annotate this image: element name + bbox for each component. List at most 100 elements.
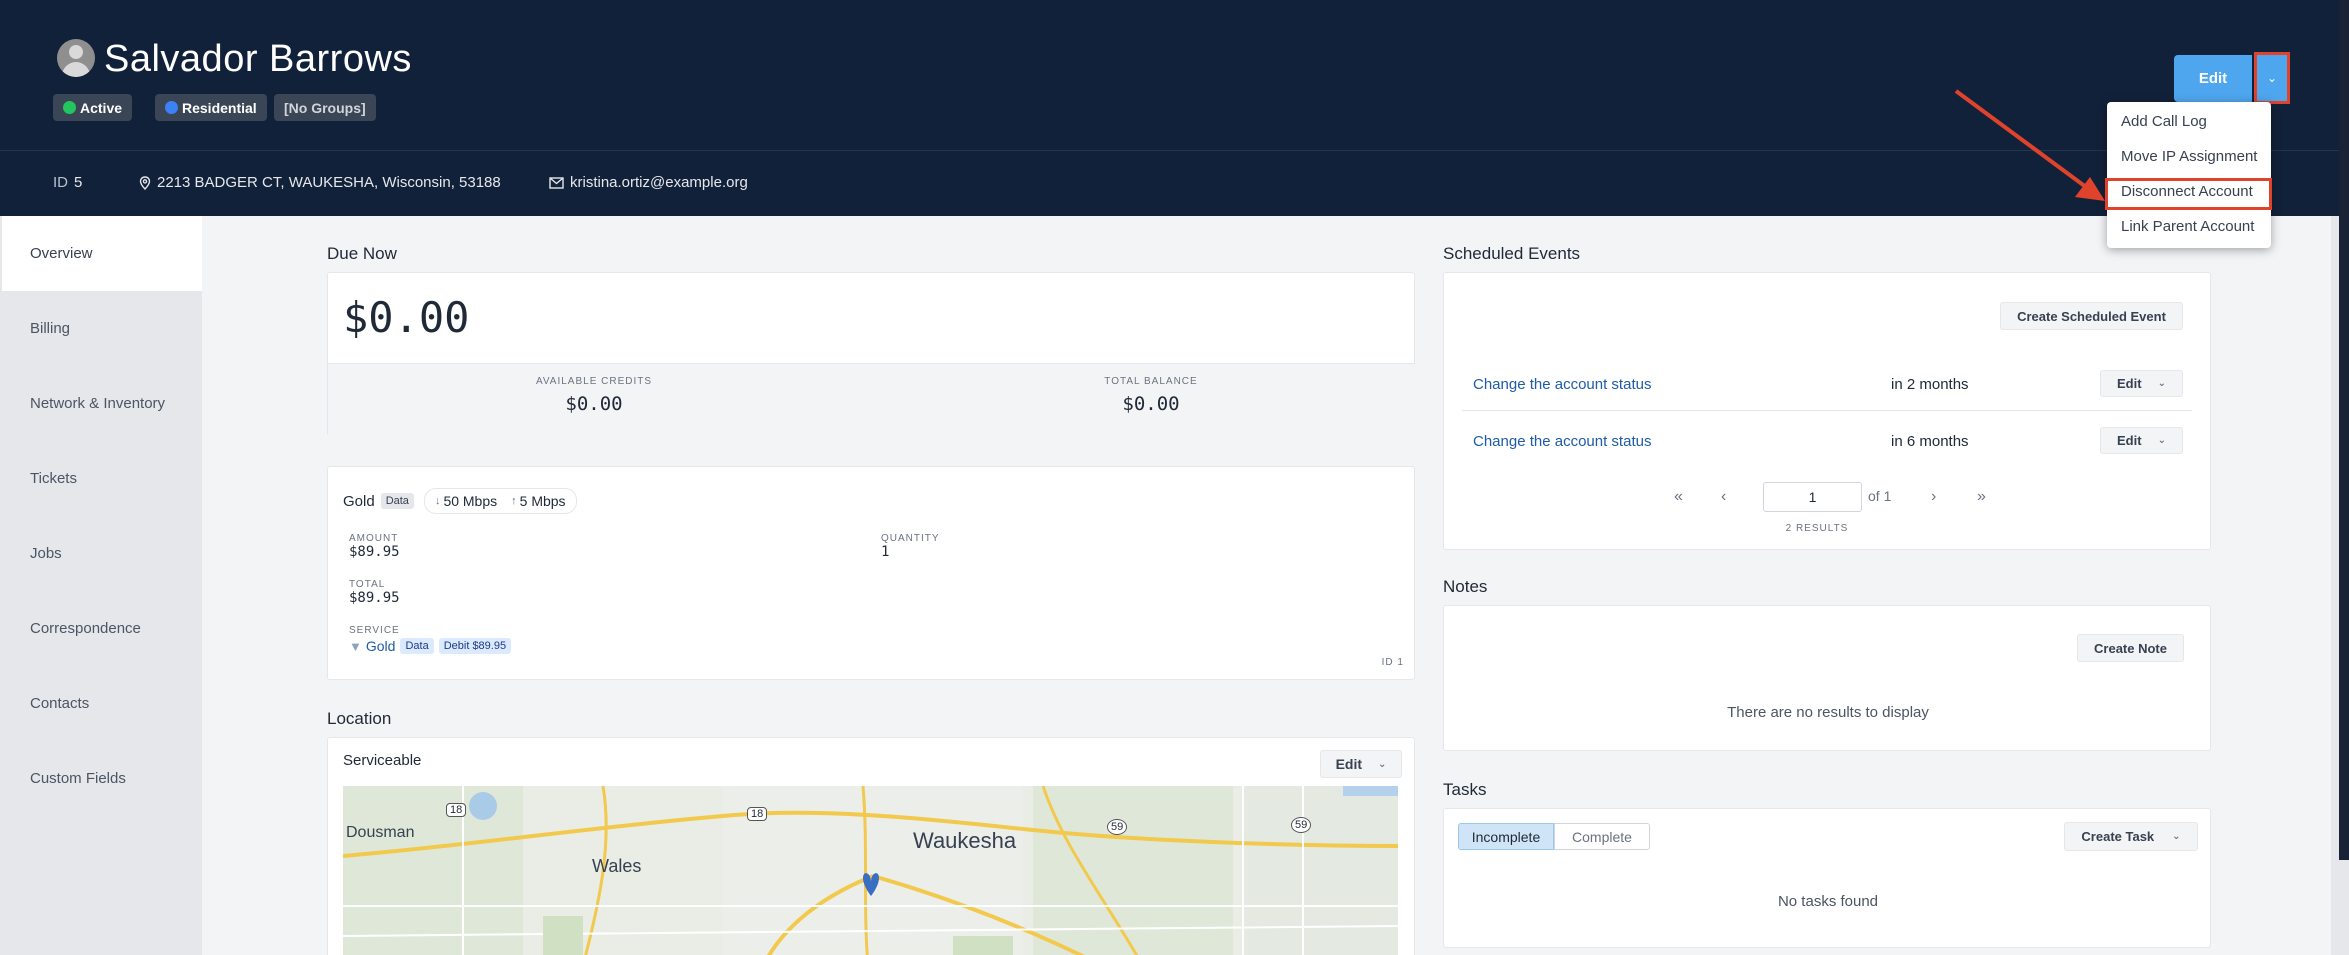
annotation-arrow-icon [1954,89,2105,201]
tasks-empty-message: No tasks found [1777,893,1879,910]
due-now-card: $0.00 AVAILABLE CREDITS $0.00 TOTAL BALA… [327,272,1415,437]
chevron-down-icon: ⌄ [2157,435,2166,446]
actions-dropdown-menu: Add Call Log Move IP Assignment Disconne… [2107,102,2271,248]
tasks-title: Tasks [1443,780,1487,799]
chevron-down-icon: ⌄ [2266,71,2278,85]
location-card: Serviceable Edit ⌄ Dousman Wales Waukesh… [327,737,1415,955]
create-note-button[interactable]: Create Note [2077,634,2184,662]
address-text: 2213 BADGER CT, WAUKESHA, Wisconsin, 531… [157,174,501,191]
tag-icon: ▼ [349,638,362,654]
service-label: SERVICE [349,625,400,636]
due-now-amount: $0.00 [343,293,470,342]
sidebar-item-custom-fields[interactable]: Custom Fields [2,741,202,816]
quantity-label: QUANTITY [881,533,940,544]
row-divider [1462,410,2192,411]
map-shield: 18 [446,803,467,817]
amount-value: $89.95 [349,544,400,560]
scheduled-event-edit-button[interactable]: Edit ⌄ [2100,370,2183,397]
scheduled-events-title: Scheduled Events [1443,244,1581,263]
tasks-card: Incomplete Complete Create Task ⌄ No tas… [1443,808,2211,948]
service-tag: Data [400,638,434,654]
total-label: TOTAL [349,579,386,590]
service-card: Gold Data ↓ 50 Mbps ↑ 5 Mbps AMOUNT $89.… [327,466,1415,680]
total-balance-value: $0.00 [1122,393,1180,415]
plan-name: Gold [343,492,375,510]
due-now-title: Due Now [327,244,397,263]
credits-row: AVAILABLE CREDITS $0.00 TOTAL BALANCE $0… [328,363,1415,437]
total-balance: TOTAL BALANCE $0.00 [1001,376,1301,415]
account-address: 2213 BADGER CT, WAUKESHA, Wisconsin, 531… [139,174,501,191]
total-field: TOTAL $89.95 [349,579,400,606]
service-value-row: ▼ Gold Data Debit $89.95 [349,638,512,654]
badge-label: Active [80,99,123,116]
next-page-button[interactable]: › [1931,488,1936,506]
create-task-button[interactable]: Create Task ⌄ [2064,822,2198,851]
notes-title: Notes [1443,577,1488,596]
status-badge-active: Active [53,94,133,121]
scheduled-event-when: in 2 months [1891,376,1969,393]
sidebar-item-network-inventory[interactable]: Network & Inventory [2,366,202,441]
sidebar-item-correspondence[interactable]: Correspondence [2,591,202,666]
scheduled-events-card: Create Scheduled Event Change the accoun… [1443,272,2211,550]
id-label: ID [53,174,68,191]
notes-empty-message: There are no results to display [1727,704,1929,721]
create-scheduled-event-button[interactable]: Create Scheduled Event [2000,302,2183,330]
status-badge-residential: Residential [155,94,267,121]
menu-item-move-ip-assignment[interactable]: Move IP Assignment [2121,148,2257,165]
download-arrow-icon: ↓ [434,495,441,507]
total-value: $89.95 [349,590,400,606]
actions-dropdown-toggle[interactable]: ⌄ [2254,52,2290,104]
chevron-down-icon: ⌄ [1378,758,1387,770]
map-label: Waukesha [913,828,1017,853]
scheduled-event-when: in 6 months [1891,433,1969,450]
service-id: ID 1 [1381,657,1404,668]
groups-badge: [No Groups] [274,94,376,121]
sidebar-item-billing[interactable]: Billing [2,291,202,366]
page-count: of 1 [1868,488,1892,504]
map-tiles [343,786,1398,955]
chevron-down-icon: ⌄ [2157,378,2166,389]
badge-label: Residential [182,99,257,116]
menu-item-add-call-log[interactable]: Add Call Log [2121,113,2207,130]
amount-field: AMOUNT $89.95 [349,533,400,560]
tab-incomplete[interactable]: Incomplete [1458,823,1554,850]
results-count: 2 RESULTS [1785,523,1849,534]
upload-speed: 5 Mbps [519,493,566,509]
service-header: Gold Data ↓ 50 Mbps ↑ 5 Mbps [343,488,577,514]
debit-tag: Debit $89.95 [438,638,512,654]
account-id: ID 5 [53,174,82,191]
sidebar-item-contacts[interactable]: Contacts [2,666,202,741]
main-content: Due Now $0.00 AVAILABLE CREDITS $0.00 TO… [202,216,2331,955]
available-credits-label: AVAILABLE CREDITS [535,376,653,387]
sidebar-item-jobs[interactable]: Jobs [2,516,202,591]
menu-item-link-parent-account[interactable]: Link Parent Account [2121,218,2254,235]
account-name: Salvador Barrows [104,38,412,80]
page-input[interactable]: 1 [1763,482,1862,512]
highlight-box [2105,178,2272,210]
id-value: 5 [74,174,83,191]
sidebar-item-overview[interactable]: Overview [2,216,202,291]
prev-page-button[interactable]: ‹ [1721,488,1726,506]
service-link[interactable]: Gold [366,638,396,654]
first-page-button[interactable]: « [1674,488,1683,506]
available-credits: AVAILABLE CREDITS $0.00 [444,376,744,415]
account-email[interactable]: kristina.ortiz@example.org [549,174,748,191]
last-page-button[interactable]: » [1977,488,1986,506]
scheduled-event-edit-button[interactable]: Edit ⌄ [2100,427,2183,454]
available-credits-value: $0.00 [565,393,623,415]
scheduled-event-link[interactable]: Change the account status [1473,433,1651,450]
location-title: Location [327,709,392,728]
scheduled-event-link[interactable]: Change the account status [1473,376,1651,393]
mail-icon [549,176,564,189]
sidebar: Overview Billing Network & Inventory Tic… [2,216,202,955]
map-label: Wales [592,856,642,876]
location-edit-button[interactable]: Edit ⌄ [1320,750,1402,778]
edit-label: Edit [2117,433,2142,448]
tab-complete[interactable]: Complete [1554,823,1650,850]
sidebar-item-tickets[interactable]: Tickets [2,441,202,516]
edit-account-button[interactable]: Edit [2174,55,2252,102]
service-field: SERVICE ▼ Gold Data Debit $89.95 [349,625,512,654]
location-map[interactable]: Dousman Wales Waukesha 18 18 59 59 [343,786,1398,955]
speed-pill: ↓ 50 Mbps ↑ 5 Mbps [423,488,577,514]
page-scrollbar[interactable] [2339,0,2349,860]
